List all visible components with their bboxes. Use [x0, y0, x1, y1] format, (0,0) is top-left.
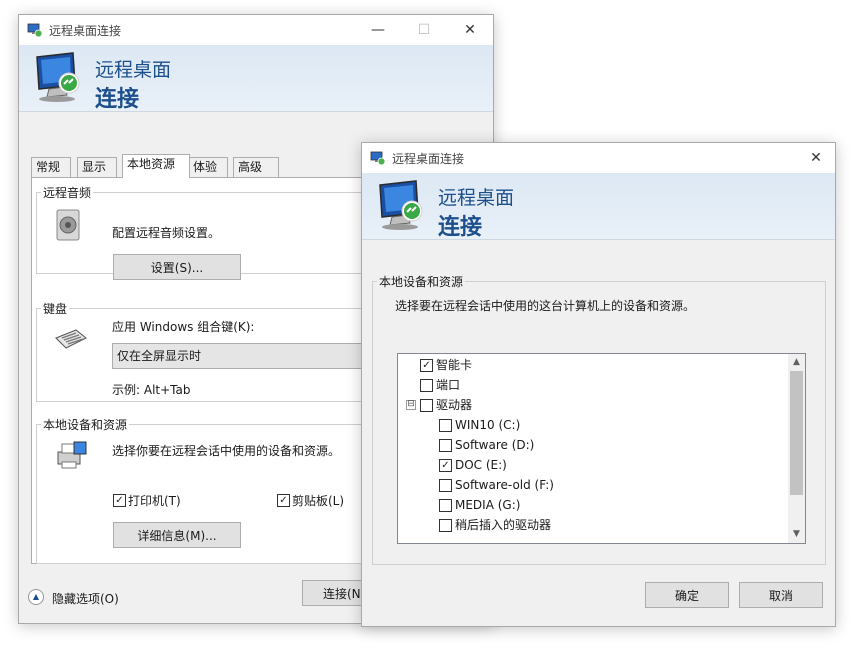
tree-scrollbar[interactable]: ▲ ▼ — [788, 354, 805, 543]
windows-key-combo-label: 应用 Windows 组合键(K): — [112, 320, 255, 334]
hide-options-label: 隐藏选项(O) — [52, 592, 119, 606]
printer-devices-icon — [57, 441, 87, 469]
key-combo-selected: 仅在全屏显示时 — [117, 349, 202, 363]
clipboard-checkbox[interactable]: ✓ — [277, 494, 290, 507]
tree-item-label: 端口 — [436, 378, 461, 392]
device-tree[interactable]: ✓ 智能卡 端口 ⊟ 驱动器 WIN10 (C:) Software (D:) … — [397, 353, 806, 544]
computer-icon — [36, 52, 80, 102]
local-devices-description: 选择你要在远程会话中使用的设备和资源。 — [112, 444, 341, 458]
dialog-title-bar[interactable]: 远程桌面连接 ✕ — [362, 143, 835, 173]
tree-item-label: 驱动器 — [436, 398, 473, 412]
tree-item-label: WIN10 (C:) — [455, 418, 521, 432]
computer-icon — [379, 180, 423, 230]
banner: 远程桌面 连接 — [19, 45, 493, 112]
details-button[interactable]: 详细信息(M)... — [113, 522, 241, 548]
chevron-up-icon[interactable]: ▲ — [28, 589, 44, 605]
banner-title-line2: 连接 — [438, 215, 483, 240]
drive-e-checkbox[interactable]: ✓ — [439, 459, 452, 472]
clipboard-label: 剪贴板(L) — [292, 494, 345, 508]
banner-title-line1: 远程桌面 — [438, 187, 515, 209]
close-icon[interactable]: ✕ — [798, 143, 834, 173]
ok-button[interactable]: 确定 — [645, 582, 729, 608]
keyboard-icon — [55, 329, 87, 349]
tree-item-label: 稍后插入的驱动器 — [455, 518, 552, 532]
tree-item-label: Software-old (F:) — [455, 478, 554, 492]
close-icon[interactable]: ✕ — [447, 15, 493, 45]
tab-advanced[interactable]: 高级 — [233, 157, 279, 177]
local-devices-legend: 本地设备和资源 — [43, 418, 128, 432]
drive-d-checkbox[interactable] — [439, 439, 452, 452]
cancel-button[interactable]: 取消 — [739, 582, 823, 608]
smartcard-checkbox[interactable]: ✓ — [420, 359, 433, 372]
banner-title-line1: 远程桌面 — [95, 59, 172, 81]
tree-item-label: Software (D:) — [455, 438, 535, 452]
printers-checkbox[interactable]: ✓ — [113, 494, 126, 507]
dialog-banner: 远程桌面 连接 — [362, 173, 835, 240]
scroll-thumb[interactable] — [790, 371, 803, 495]
banner-title-line2: 连接 — [95, 87, 140, 112]
title-bar[interactable]: 远程桌面连接 — ☐ ✕ — [19, 15, 493, 45]
remote-desktop-app-icon — [370, 151, 386, 166]
audio-description: 配置远程音频设置。 — [112, 226, 221, 240]
collapse-icon[interactable]: ⊟ — [406, 400, 416, 410]
tree-item-label: 智能卡 — [436, 358, 473, 372]
key-combo-example: 示例: Alt+Tab — [112, 383, 191, 397]
dialog-devices-legend: 本地设备和资源 — [379, 275, 464, 289]
drives-checkbox[interactable] — [420, 399, 433, 412]
tree-item-label: DOC (E:) — [455, 458, 507, 472]
minimize-icon[interactable]: — — [355, 15, 401, 45]
scroll-down-icon[interactable]: ▼ — [788, 526, 805, 543]
remote-audio-legend: 远程音频 — [43, 186, 92, 200]
printers-label: 打印机(T) — [128, 494, 181, 508]
scroll-up-icon[interactable]: ▲ — [788, 354, 805, 371]
drive-c-checkbox[interactable] — [439, 419, 452, 432]
drive-f-checkbox[interactable] — [439, 479, 452, 492]
tree-item-label: MEDIA (G:) — [455, 498, 521, 512]
later-drives-checkbox[interactable] — [439, 519, 452, 532]
tab-local-resources[interactable]: 本地资源 — [122, 154, 190, 178]
dialog-instruction: 选择要在远程会话中使用的这台计算机上的设备和资源。 — [395, 299, 696, 313]
drive-g-checkbox[interactable] — [439, 499, 452, 512]
key-combo-dropdown[interactable]: 仅在全屏显示时 — [112, 343, 398, 369]
tab-experience[interactable]: 体验 — [188, 157, 228, 177]
audio-settings-button[interactable]: 设置(S)... — [113, 254, 241, 280]
ports-checkbox[interactable] — [420, 379, 433, 392]
keyboard-legend: 键盘 — [43, 302, 68, 316]
maximize-icon: ☐ — [417, 22, 431, 38]
remote-desktop-app-icon — [27, 23, 43, 38]
speaker-icon — [56, 209, 80, 241]
window-title: 远程桌面连接 — [49, 24, 122, 38]
local-devices-dialog: 远程桌面连接 ✕ 远程桌面 连接 本地设备和资源 选择要在远程会话中使用的这台计… — [361, 142, 836, 627]
tab-display[interactable]: 显示 — [77, 157, 117, 177]
tab-general[interactable]: 常规 — [31, 157, 71, 177]
dialog-title: 远程桌面连接 — [392, 152, 465, 166]
